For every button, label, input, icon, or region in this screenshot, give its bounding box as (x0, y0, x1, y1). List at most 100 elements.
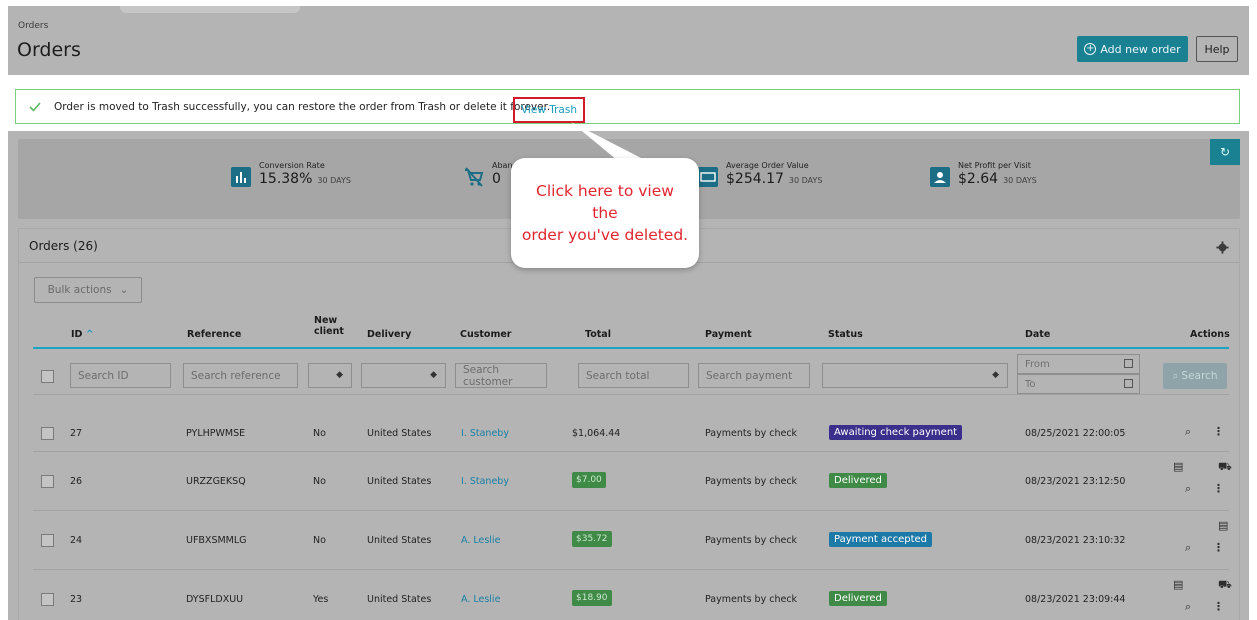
page-title: Orders (17, 39, 81, 61)
more-actions-icon[interactable]: ⋮ (1213, 600, 1224, 613)
order-delivery: United States (367, 476, 432, 487)
order-id: 23 (70, 594, 83, 605)
order-reference: DYSFLDXUU (186, 594, 244, 605)
col-delivery[interactable]: Delivery (367, 329, 411, 340)
status-select[interactable]: ◆ (822, 363, 1008, 388)
row-checkbox[interactable] (41, 534, 54, 547)
view-icon[interactable]: ⌕ (1185, 600, 1191, 614)
order-reference: URZZGEKSQ (186, 476, 246, 487)
order-new-client: No (313, 476, 326, 487)
refresh-icon: ↻ (1219, 145, 1231, 159)
order-date: 08/23/2021 23:12:50 (1025, 476, 1126, 487)
table-row[interactable]: 26 URZZGEKSQ No United States I. Staneby… (33, 452, 1232, 511)
kpi-period: 30 DAYS (317, 176, 351, 185)
view-icon[interactable]: ⌕ (1185, 482, 1191, 496)
kpi-period: 30 DAYS (788, 176, 823, 185)
customer-link[interactable]: A. Leslie (461, 535, 500, 546)
kpi-label: Net Profit per Visit (958, 161, 1031, 170)
customer-link[interactable]: A. Leslie (461, 594, 500, 605)
truck-icon[interactable]: ⛟ (1218, 578, 1232, 593)
delivery-select[interactable]: ◆ (361, 363, 446, 388)
calendar-icon[interactable] (1124, 359, 1133, 368)
date-from-input[interactable]: From (1017, 354, 1140, 374)
view-icon[interactable]: ⌕ (1185, 425, 1191, 439)
col-customer[interactable]: Customer (460, 329, 512, 340)
kpi-conversion-rate: Conversion Rate 15.38% 30 DAYS (231, 161, 351, 187)
customer-link[interactable]: I. Staneby (461, 476, 509, 487)
tab-stub (120, 6, 300, 13)
search-id-input[interactable]: Search ID (70, 363, 171, 388)
order-id: 27 (70, 428, 83, 439)
col-total[interactable]: Total (585, 329, 611, 340)
col-payment[interactable]: Payment (705, 329, 752, 340)
search-total-input[interactable]: Search total (578, 363, 689, 388)
search-payment-input[interactable]: Search payment (698, 363, 810, 388)
select-all-checkbox[interactable] (41, 370, 54, 383)
plus-circle-icon: + (1084, 43, 1097, 55)
date-to-input[interactable]: To (1017, 374, 1140, 394)
row-checkbox[interactable] (41, 475, 54, 488)
add-new-order-button[interactable]: + Add new order (1077, 36, 1188, 62)
more-actions-icon[interactable]: ⋮ (1213, 541, 1224, 554)
search-button[interactable]: ⌕ Search (1163, 363, 1227, 389)
table-row[interactable]: 27 PYLHPWMSE No United States I. Staneby… (33, 416, 1229, 452)
search-reference-input[interactable]: Search reference (183, 363, 298, 388)
kpi-value: 0 (492, 171, 501, 187)
view-icon[interactable]: ⌕ (1185, 541, 1191, 555)
new-client-select[interactable]: ◆ (308, 363, 352, 388)
order-id: 26 (70, 476, 83, 487)
order-reference: UFBXSMMLG (186, 535, 247, 546)
col-reference[interactable]: Reference (187, 329, 241, 340)
sort-caret-icon: ◆ (430, 370, 437, 380)
col-new-client[interactable]: New client (314, 315, 344, 337)
kpi-average-order-value: Average Order Value $254.17 30 DAYS (698, 161, 822, 187)
alert-message: Order is moved to Trash successfully, yo… (54, 100, 551, 113)
customer-link[interactable]: I. Staneby (461, 428, 509, 439)
sort-asc-icon[interactable]: ^ (86, 329, 94, 340)
col-actions: Actions (1190, 329, 1230, 340)
order-total: $1,064.44 (572, 428, 621, 439)
kpi-label: Conversion Rate (259, 161, 325, 170)
order-new-client: No (313, 428, 326, 439)
order-reference: PYLHPWMSE (186, 428, 246, 439)
order-date: 08/23/2021 23:09:44 (1025, 594, 1126, 605)
refresh-button[interactable]: ↻ (1210, 139, 1240, 165)
breadcrumb[interactable]: Orders (18, 21, 48, 31)
sort-caret-icon: ◆ (336, 370, 343, 380)
col-date[interactable]: Date (1025, 329, 1050, 340)
row-checkbox[interactable] (41, 427, 54, 440)
invoice-icon[interactable]: ▤ (1218, 519, 1228, 532)
status-badge[interactable]: Delivered (829, 473, 887, 488)
sort-caret-icon: ◆ (992, 370, 999, 380)
status-badge[interactable]: Delivered (829, 591, 887, 606)
order-payment: Payments by check (705, 476, 798, 487)
col-id[interactable]: ID ^ (71, 329, 94, 340)
invoice-icon[interactable]: ▤ (1173, 578, 1183, 591)
table-row[interactable]: 23 DYSFLDXUU Yes United States A. Leslie… (33, 570, 1232, 620)
more-actions-icon[interactable]: ⋮ (1213, 425, 1224, 438)
status-badge[interactable]: Awaiting check payment (829, 425, 963, 440)
status-badge[interactable]: Payment accepted (829, 532, 933, 547)
order-payment: Payments by check (705, 428, 798, 439)
filter-row: Search ID Search reference ◆ ◆ Search cu… (33, 349, 1229, 395)
more-actions-icon[interactable]: ⋮ (1213, 482, 1224, 495)
kpi-period: 30 DAYS (1003, 176, 1037, 185)
order-delivery: United States (367, 428, 432, 439)
kpi-label: Average Order Value (726, 161, 809, 170)
table-row[interactable]: 24 UFBXSMMLG No United States A. Leslie … (33, 511, 1229, 570)
order-new-client: Yes (313, 594, 329, 605)
row-checkbox[interactable] (41, 593, 54, 606)
check-icon (29, 101, 41, 112)
order-payment: Payments by check (705, 594, 798, 605)
help-button[interactable]: Help (1196, 36, 1238, 62)
chevron-down-icon: ⌄ (119, 284, 129, 296)
kpi-net-profit: Net Profit per Visit $2.64 30 DAYS (930, 161, 1037, 187)
truck-icon[interactable]: ⛟ (1218, 460, 1232, 475)
kpi-value: 15.38% (259, 171, 313, 187)
col-status[interactable]: Status (828, 329, 863, 340)
bulk-actions-button[interactable]: Bulk actions ⌄ (34, 277, 142, 303)
search-customer-input[interactable]: Search customer (455, 363, 547, 388)
invoice-icon[interactable]: ▤ (1173, 460, 1183, 473)
calendar-icon[interactable] (1124, 379, 1133, 388)
gear-icon[interactable] (1216, 241, 1229, 254)
